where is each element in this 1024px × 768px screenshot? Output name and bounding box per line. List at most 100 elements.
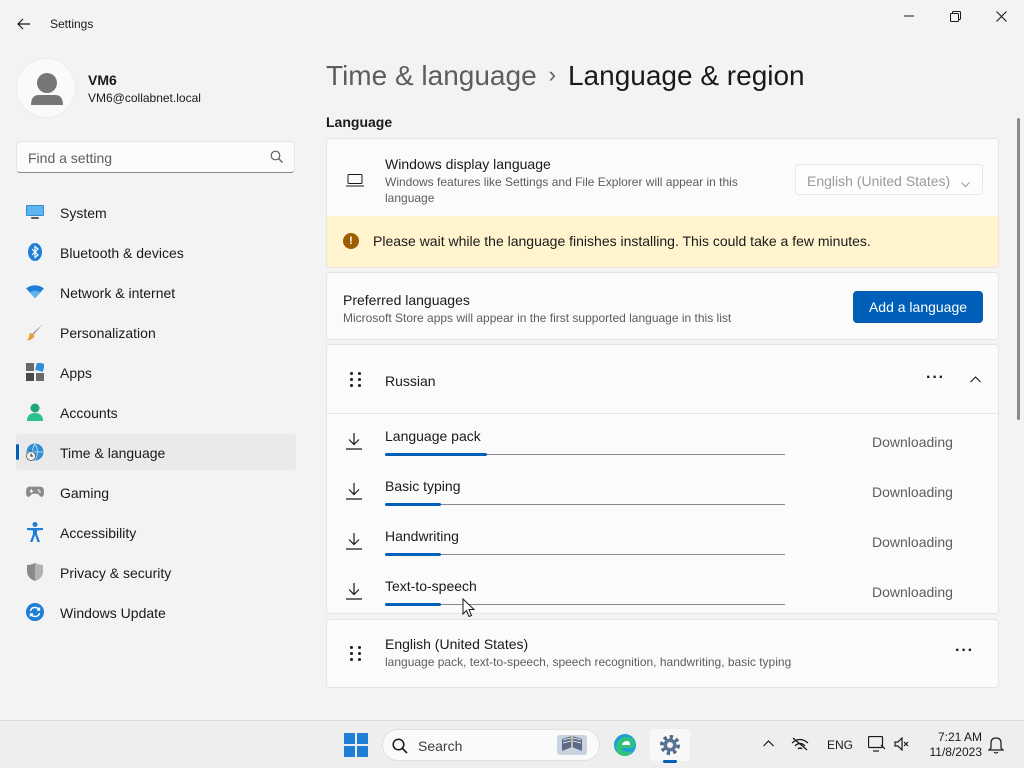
sidebar-item-apps[interactable]: Apps <box>16 354 296 390</box>
sidebar-item-windows-update[interactable]: Windows Update <box>16 594 296 630</box>
chevron-up-icon[interactable] <box>763 740 774 747</box>
sidebar-item-label: Gaming <box>60 485 110 501</box>
avatar[interactable] <box>16 58 76 118</box>
english-language-card[interactable]: English (United States) language pack, t… <box>326 619 999 688</box>
globe-clock-icon <box>26 443 44 461</box>
drag-handle-icon[interactable] <box>350 646 361 661</box>
sidebar-item-personalization[interactable]: Personalization <box>16 314 296 350</box>
download-icon <box>346 433 362 450</box>
sidebar-item-label: Accounts <box>60 405 118 421</box>
restore-button[interactable] <box>932 0 978 32</box>
progress-bar <box>385 603 785 606</box>
english-language-features: language pack, text-to-speech, speech re… <box>385 655 792 669</box>
search-icon <box>270 150 283 163</box>
russian-header[interactable]: Russian ··· <box>327 345 998 414</box>
display-language-subtitle: Windows features like Settings and File … <box>385 175 738 205</box>
preferred-languages-card: Preferred languages Microsoft Store apps… <box>326 272 999 340</box>
sidebar-item-gaming[interactable]: Gaming <box>16 474 296 510</box>
sidebar-item-label: System <box>60 205 107 221</box>
display-language-title: Windows display language <box>385 156 551 172</box>
more-options-button[interactable]: ··· <box>926 369 945 387</box>
russian-language-name: Russian <box>385 373 436 389</box>
sidebar-item-label: Accessibility <box>60 525 137 541</box>
search-placeholder: Find a setting <box>28 150 113 166</box>
minimize-icon <box>904 15 914 17</box>
russian-language-card: Russian ··· Language pack Downloading Ba… <box>326 344 999 614</box>
feature-label: Text-to-speech <box>385 578 477 594</box>
preferred-languages-title: Preferred languages <box>343 292 470 308</box>
feature-status: Downloading <box>872 484 953 500</box>
back-button[interactable] <box>8 8 40 40</box>
shield-icon <box>26 563 44 581</box>
display-language-dropdown[interactable]: English (United States) <box>795 164 983 195</box>
download-icon <box>346 583 362 600</box>
preferred-languages-subtitle: Microsoft Store apps will appear in the … <box>343 311 732 325</box>
feature-status: Downloading <box>872 534 953 550</box>
sidebar-item-system[interactable]: System <box>16 194 296 230</box>
sidebar-item-label: Windows Update <box>60 605 166 621</box>
download-icon <box>346 483 362 500</box>
close-button[interactable] <box>978 0 1024 32</box>
progress-fill <box>385 603 441 606</box>
sidebar-item-label: Personalization <box>60 325 156 341</box>
feature-status: Downloading <box>872 434 953 450</box>
notification-bell-icon[interactable] <box>988 736 1004 754</box>
network-disconnected-icon[interactable] <box>791 737 809 751</box>
feature-status: Downloading <box>872 584 953 600</box>
progress-bar <box>385 453 785 456</box>
install-warning-banner: ! Please wait while the language finishe… <box>326 216 999 268</box>
sidebar-nav: System Bluetooth & devices Network & int… <box>16 194 296 634</box>
system-clock[interactable]: 7:21 AM 11/8/2023 <box>922 730 983 760</box>
progress-bar <box>385 503 785 506</box>
edge-browser-button[interactable] <box>605 729 645 761</box>
accessibility-icon <box>26 522 44 542</box>
volume-muted-icon[interactable] <box>894 737 910 751</box>
start-button[interactable] <box>336 729 376 761</box>
download-row-text-to-speech: Text-to-speech Downloading <box>327 566 1000 616</box>
warning-text: Please wait while the language finishes … <box>373 233 871 249</box>
input-language-indicator[interactable]: ENG <box>827 738 853 752</box>
app-title: Settings <box>50 17 94 31</box>
page-title: Language & region <box>567 60 805 91</box>
download-row-handwriting: Handwriting Downloading <box>327 516 1000 566</box>
english-language-name: English (United States) <box>385 636 529 652</box>
update-icon <box>26 603 44 621</box>
download-row-language-pack: Language pack Downloading <box>327 416 1000 466</box>
taskbar-search-box[interactable]: Search <box>382 729 600 761</box>
back-arrow-icon <box>17 18 30 30</box>
sidebar-item-accounts[interactable]: Accounts <box>16 394 296 430</box>
sidebar-item-time-language[interactable]: Time & language <box>16 434 296 470</box>
sidebar-item-label: Privacy & security <box>60 565 172 581</box>
drag-handle-icon[interactable] <box>350 372 361 387</box>
settings-search-input[interactable]: Find a setting <box>16 141 295 173</box>
person-icon <box>26 403 44 421</box>
feature-label: Basic typing <box>385 478 461 494</box>
active-app-indicator <box>663 760 677 763</box>
chevron-down-icon <box>961 175 970 193</box>
sidebar-item-accessibility[interactable]: Accessibility <box>16 514 296 550</box>
settings-app-button[interactable] <box>650 729 690 761</box>
download-icon <box>346 533 362 550</box>
more-options-button[interactable]: ··· <box>955 642 974 660</box>
breadcrumb-parent[interactable]: Time & language <box>326 60 537 91</box>
taskbar: Search ENG 7:21 AM 11/8/2023 <box>0 720 1024 768</box>
progress-bar <box>385 553 785 556</box>
breadcrumb-separator: › <box>548 62 556 87</box>
chevron-up-icon[interactable] <box>970 376 981 383</box>
sidebar-item-privacy[interactable]: Privacy & security <box>16 554 296 590</box>
section-title-language: Language <box>326 114 393 130</box>
brush-icon <box>26 323 44 341</box>
scrollbar[interactable] <box>1017 118 1020 420</box>
bluetooth-icon <box>26 243 44 261</box>
sidebar-item-bluetooth[interactable]: Bluetooth & devices <box>16 234 296 270</box>
clock-time: 7:21 AM <box>937 730 982 744</box>
sidebar-item-network[interactable]: Network & internet <box>16 274 296 310</box>
sidebar-item-label: Network & internet <box>60 285 176 301</box>
title-bar: Settings <box>0 0 1024 48</box>
display-icon[interactable] <box>868 736 886 752</box>
add-language-button[interactable]: Add a language <box>853 291 983 323</box>
wifi-icon <box>26 283 44 301</box>
minimize-button[interactable] <box>886 0 932 32</box>
progress-fill <box>385 453 487 456</box>
restore-icon <box>949 10 961 22</box>
